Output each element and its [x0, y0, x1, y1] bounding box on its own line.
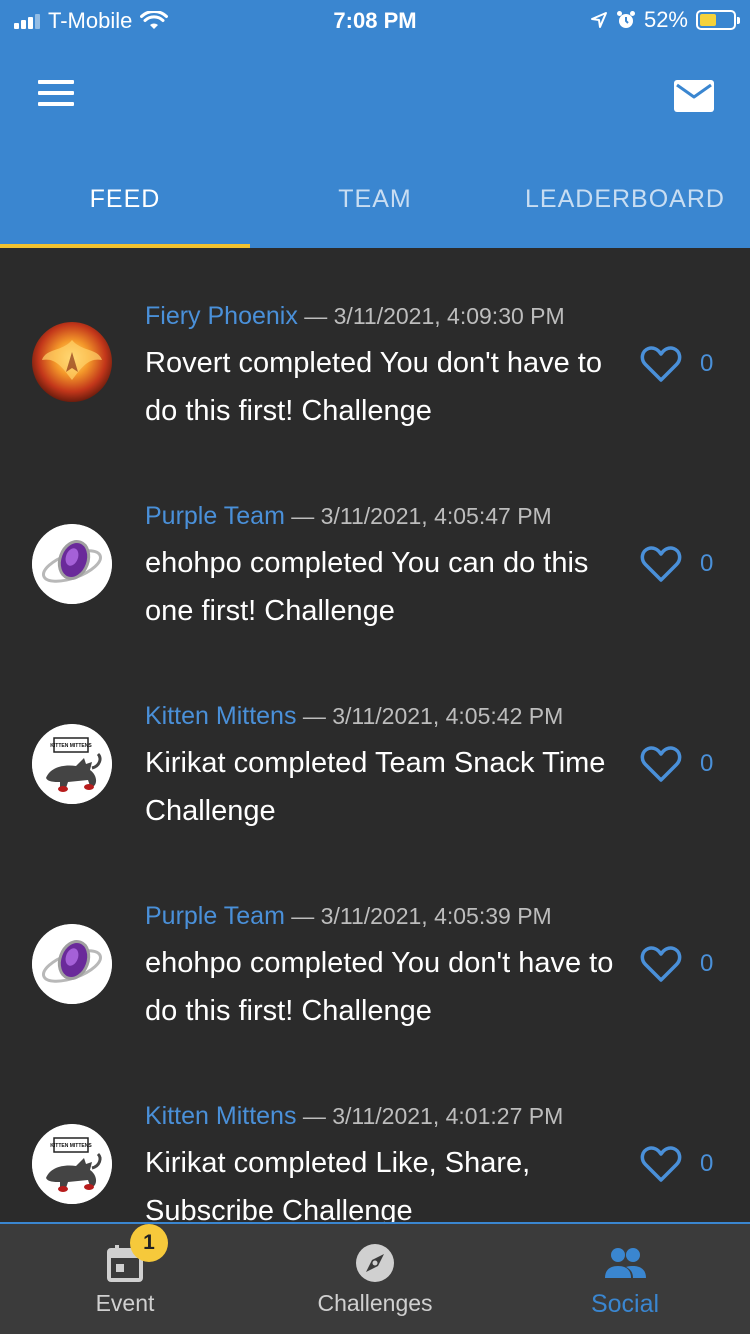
heart-icon	[640, 346, 682, 382]
post-timestamp: — 3/11/2021, 4:05:47 PM	[291, 503, 552, 529]
kitten-avatar-image: KITTEN MITTENS	[32, 1124, 112, 1204]
status-bar: T-Mobile 7:08 PM 52%	[0, 0, 750, 40]
team-avatar-purple[interactable]	[32, 924, 112, 1004]
tab-team[interactable]: TEAM	[250, 160, 500, 248]
kitten-avatar-image: KITTEN MITTENS	[32, 724, 112, 804]
team-name-link[interactable]: Purple Team	[145, 502, 285, 530]
compass-icon	[356, 1244, 394, 1282]
battery-icon	[696, 10, 740, 30]
menu-button[interactable]	[36, 80, 76, 110]
mail-icon	[674, 80, 714, 112]
feed-message: Kirikat completed Like, Share, Subscribe…	[145, 1147, 531, 1222]
tab-feed[interactable]: FEED	[0, 160, 250, 248]
feed-item: Purple Team — 3/11/2021, 4:05:47 PM ehoh…	[0, 448, 750, 648]
menu-icon	[36, 80, 76, 106]
feed-message: ehohpo completed You don't have to do th…	[145, 947, 614, 1027]
feed-message: ehohpo completed You can do this one fir…	[145, 547, 589, 627]
like-button[interactable]	[640, 544, 682, 584]
feed-list[interactable]: Fiery Phoenix — 3/11/2021, 4:09:30 PM Ro…	[0, 248, 750, 1222]
feed-meta: Fiery Phoenix — 3/11/2021, 4:09:30 PM	[145, 302, 565, 331]
tab-leaderboard[interactable]: LEADERBOARD	[500, 160, 750, 248]
feed-item: Purple Team — 3/11/2021, 4:05:39 PM ehoh…	[0, 848, 750, 1048]
nav-event[interactable]: 1 Event	[0, 1224, 250, 1334]
kitten-logo-text: KITTEN MITTENS	[50, 743, 92, 749]
location-icon	[590, 12, 607, 28]
like-count: 0	[700, 350, 714, 377]
like-button[interactable]	[640, 744, 682, 784]
alarm-icon	[616, 11, 635, 28]
team-name-link[interactable]: Purple Team	[145, 902, 285, 930]
feed-message: Kirikat completed Team Snack Time Challe…	[145, 747, 606, 827]
post-timestamp: — 3/11/2021, 4:01:27 PM	[302, 1103, 564, 1129]
team-name-link[interactable]: Kitten Mittens	[145, 1102, 296, 1130]
heart-icon	[640, 946, 682, 982]
mail-button[interactable]	[674, 80, 714, 112]
team-avatar-phoenix[interactable]	[32, 322, 112, 402]
like-button[interactable]	[640, 1144, 682, 1184]
team-name-link[interactable]: Fiery Phoenix	[145, 302, 298, 330]
people-icon	[605, 1248, 646, 1278]
event-badge: 1	[130, 1224, 168, 1262]
feed-meta: Purple Team — 3/11/2021, 4:05:39 PM	[145, 902, 552, 931]
feed-item: KITTEN MITTENS Kitten Mittens — 3/11/202…	[0, 1048, 750, 1222]
ring-avatar-image	[32, 924, 112, 1004]
heart-icon	[640, 546, 682, 582]
bottom-nav: 1 Event Challenges Social	[0, 1222, 750, 1334]
feed-item: Fiery Phoenix — 3/11/2021, 4:09:30 PM Ro…	[0, 248, 750, 448]
app-header: T-Mobile 7:08 PM 52% FEED TEAM LEADERBOA…	[0, 0, 750, 248]
team-name-link[interactable]: Kitten Mittens	[145, 702, 296, 730]
feed-message: Rovert completed You don't have to do th…	[145, 347, 602, 427]
feed-meta: Purple Team — 3/11/2021, 4:05:47 PM	[145, 502, 552, 531]
status-right: 52%	[590, 7, 740, 33]
phoenix-avatar-image	[32, 322, 112, 402]
battery-percent: 52%	[643, 7, 688, 32]
post-timestamp: — 3/11/2021, 4:05:42 PM	[302, 703, 564, 729]
nav-challenges[interactable]: Challenges	[250, 1224, 500, 1334]
top-tabs: FEED TEAM LEADERBOARD	[0, 160, 750, 248]
like-count: 0	[700, 950, 714, 977]
like-button[interactable]	[640, 344, 682, 384]
post-timestamp: — 3/11/2021, 4:05:39 PM	[291, 903, 552, 929]
like-button[interactable]	[640, 944, 682, 984]
ring-avatar-image	[32, 524, 112, 604]
heart-icon	[640, 746, 682, 782]
team-avatar-purple[interactable]	[32, 524, 112, 604]
like-count: 0	[700, 550, 714, 577]
nav-challenges-label: Challenges	[317, 1290, 433, 1316]
team-avatar-kitten[interactable]: KITTEN MITTENS	[32, 1124, 112, 1204]
app-screen: T-Mobile 7:08 PM 52% FEED TEAM LEADERBOA…	[0, 0, 750, 1334]
nav-social[interactable]: Social	[500, 1224, 750, 1334]
heart-icon	[640, 1146, 682, 1182]
nav-social-label: Social	[590, 1290, 660, 1318]
like-count: 0	[700, 1150, 714, 1177]
feed-item: KITTEN MITTENS Kitten Mittens — 3/11/202…	[0, 648, 750, 848]
feed-meta: Kitten Mittens — 3/11/2021, 4:05:42 PM	[145, 702, 563, 731]
kitten-logo-text: KITTEN MITTENS	[50, 1143, 92, 1149]
nav-event-label: Event	[95, 1290, 155, 1316]
like-count: 0	[700, 750, 714, 777]
post-timestamp: — 3/11/2021, 4:09:30 PM	[304, 303, 565, 329]
feed-meta: Kitten Mittens — 3/11/2021, 4:01:27 PM	[145, 1102, 563, 1131]
team-avatar-kitten[interactable]: KITTEN MITTENS	[32, 724, 112, 804]
